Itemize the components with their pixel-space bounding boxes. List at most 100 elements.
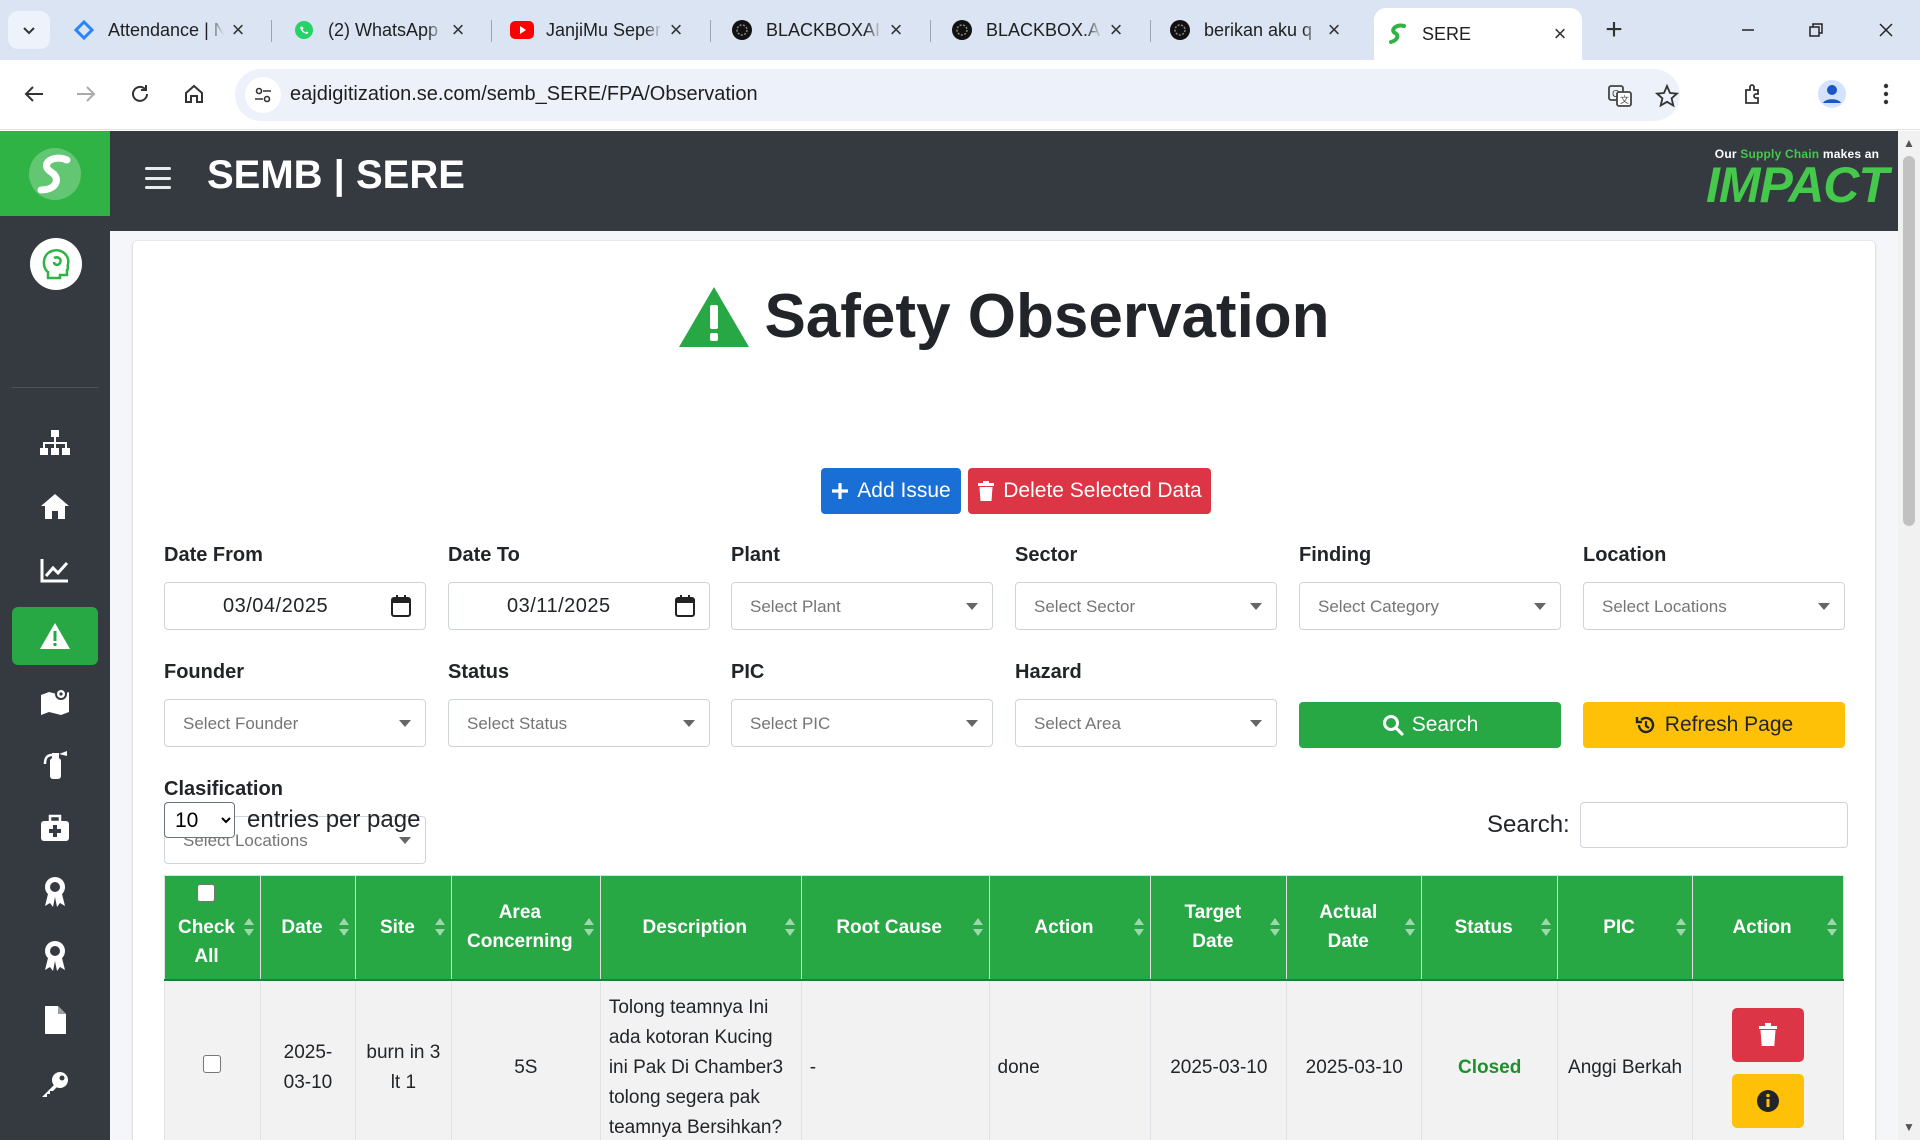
tab-title: BLACKBOX.AI xyxy=(986,19,1102,40)
scroll-up-icon[interactable]: ▲ xyxy=(1903,137,1915,149)
translate-icon[interactable]: G文 xyxy=(1605,81,1635,111)
observation-table: Check All Date Site Area Concerning Descr… xyxy=(164,875,1844,1140)
browser-tab[interactable]: BLACKBOX.AI × xyxy=(938,10,1138,50)
header-action[interactable]: Action xyxy=(988,875,1152,981)
header-actions[interactable]: Action xyxy=(1692,875,1844,981)
sidebar-item-award-2[interactable] xyxy=(12,927,98,985)
sidebar-item-fire-extinguisher[interactable] xyxy=(12,735,98,793)
close-tab-icon[interactable]: × xyxy=(882,16,910,44)
table-search-input[interactable] xyxy=(1579,802,1848,848)
browser-menu-icon[interactable] xyxy=(1866,74,1906,114)
tab-title: Attendance | N xyxy=(108,19,224,40)
detail-row-button[interactable] xyxy=(1732,1073,1804,1128)
header-target-date[interactable]: Target Date xyxy=(1150,875,1288,981)
back-button[interactable] xyxy=(14,74,54,114)
delete-row-button[interactable] xyxy=(1732,1007,1804,1062)
tab-separator xyxy=(491,20,492,42)
header-actual-date[interactable]: Actual Date xyxy=(1286,875,1423,981)
browser-tab-active[interactable]: SERE × xyxy=(1374,8,1582,60)
address-bar[interactable]: eajdigitization.se.com/semb_SERE/FPA/Obs… xyxy=(235,69,1680,121)
site-info-icon[interactable] xyxy=(245,77,281,113)
close-tab-icon[interactable]: × xyxy=(1102,16,1130,44)
sidebar-item-key[interactable] xyxy=(12,1055,98,1113)
sidebar-item-dashboard[interactable] xyxy=(12,541,98,599)
header-text: Date xyxy=(1327,931,1369,953)
impact-wordmark: IMPACT xyxy=(1706,157,1889,213)
tab-separator xyxy=(930,20,931,42)
tab-search-button[interactable] xyxy=(8,11,50,49)
bookmark-star-icon[interactable] xyxy=(1652,81,1682,111)
sidebar-item-documents[interactable] xyxy=(12,991,98,1049)
table-header-row: Check All Date Site Area Concerning Descr… xyxy=(164,875,1844,981)
header-site[interactable]: Site xyxy=(354,875,452,981)
header-text: PIC xyxy=(1603,916,1635,938)
header-pic[interactable]: PIC xyxy=(1557,875,1694,981)
close-tab-icon[interactable]: × xyxy=(1320,16,1348,44)
sort-icon xyxy=(1134,918,1145,938)
header-text: Target xyxy=(1184,902,1242,924)
browser-tab[interactable]: (2) WhatsApp × xyxy=(280,10,480,50)
tab-title: SERE xyxy=(1422,23,1472,44)
header-description[interactable]: Description xyxy=(599,875,802,981)
page-scrollbar[interactable]: ▲ ▼ xyxy=(1898,131,1920,1140)
header-root-cause[interactable]: Root Cause xyxy=(800,875,990,981)
sort-icon xyxy=(1270,918,1281,938)
cell-text: lt 1 xyxy=(390,1071,417,1093)
profile-avatar-icon[interactable] xyxy=(1812,74,1852,114)
restore-button[interactable] xyxy=(1788,0,1844,60)
header-date[interactable]: Date xyxy=(259,875,356,981)
sidebar-item-award-1[interactable] xyxy=(12,863,98,921)
sidebar-item-safety-observation[interactable] xyxy=(12,607,98,665)
first-aid-kit-icon xyxy=(41,814,69,841)
check-all-checkbox[interactable] xyxy=(197,883,216,902)
forward-button[interactable] xyxy=(66,74,106,114)
header-text: Root Cause xyxy=(836,916,942,938)
home-button[interactable] xyxy=(174,74,214,114)
entries-per-page-select[interactable]: 10 xyxy=(164,802,235,838)
new-tab-button[interactable]: + xyxy=(1596,12,1632,48)
close-tab-icon[interactable]: × xyxy=(1546,20,1574,48)
sidebar-item-sitemap[interactable] xyxy=(12,414,98,472)
cell-description: Tolong teamnya Ini ada kotoran Kucing in… xyxy=(599,979,802,1140)
browser-tab[interactable]: Attendance | N × xyxy=(60,10,260,50)
header-text: Actual xyxy=(1319,902,1378,924)
sitemap-icon xyxy=(40,430,70,455)
close-tab-icon[interactable]: × xyxy=(444,16,472,44)
browser-tab[interactable]: berikan aku q × xyxy=(1156,10,1356,50)
header-text: Date xyxy=(281,916,323,938)
row-checkbox[interactable] xyxy=(203,1054,222,1073)
close-tab-icon[interactable]: × xyxy=(662,16,690,44)
minimize-button[interactable] xyxy=(1720,0,1776,60)
cell-pic: Anggi Berkah xyxy=(1557,979,1694,1140)
sort-icon xyxy=(1405,918,1416,938)
header-status[interactable]: Status xyxy=(1421,875,1559,981)
header-text: Area xyxy=(498,902,541,924)
user-avatar[interactable] xyxy=(30,238,82,290)
cell-site: burn in 3 lt 1 xyxy=(354,979,452,1140)
close-window-button[interactable] xyxy=(1858,0,1914,60)
reload-button[interactable] xyxy=(120,74,160,114)
sere-icon xyxy=(1386,22,1410,46)
cell-text: 03-10 xyxy=(283,1071,333,1093)
header-text: Description xyxy=(642,916,748,938)
browser-tab[interactable]: BLACKBOXAI × xyxy=(718,10,918,50)
warning-icon xyxy=(40,623,70,649)
header-check-all[interactable]: Check All xyxy=(164,875,261,981)
header-area-concerning[interactable]: Area Concerning xyxy=(450,875,601,981)
header-text: Status xyxy=(1454,916,1513,938)
top-navbar: SEMB | SERE Our Supply Chain makes an IM… xyxy=(110,131,1920,231)
blackbox-icon xyxy=(730,18,754,42)
browser-tab[interactable]: JanjiMu Seper × xyxy=(498,10,698,50)
table-area: 10 entries per page Search: Check All Da… xyxy=(133,241,1875,1140)
sidebar-item-first-aid[interactable] xyxy=(12,799,98,857)
scrollbar-thumb[interactable] xyxy=(1903,156,1915,526)
sidebar-item-home[interactable] xyxy=(12,477,98,535)
close-tab-icon[interactable]: × xyxy=(224,16,252,44)
svg-text:文: 文 xyxy=(1620,94,1629,105)
info-icon xyxy=(1757,1089,1779,1112)
menu-toggle-icon[interactable] xyxy=(145,167,171,189)
scroll-down-icon[interactable]: ▼ xyxy=(1903,1121,1915,1133)
sidebar-item-map[interactable] xyxy=(12,671,98,729)
brand-logo[interactable] xyxy=(0,131,110,216)
extensions-icon[interactable] xyxy=(1734,74,1774,114)
